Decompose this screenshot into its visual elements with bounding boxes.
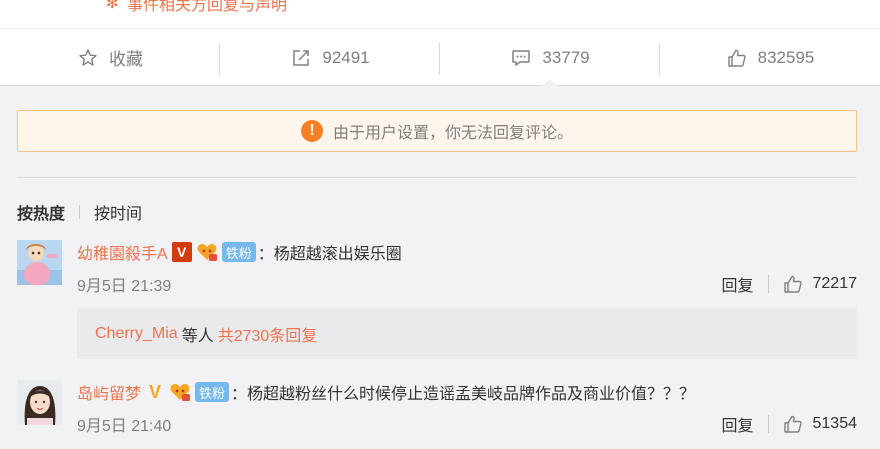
reply-count-link[interactable]: 共2730条回复 — [218, 322, 318, 346]
thumbs-up-icon — [783, 414, 803, 434]
share-button[interactable]: 92491 — [220, 29, 440, 86]
comment-actions: 回复 72217 — [721, 272, 857, 296]
thumbs-up-icon — [783, 274, 803, 294]
like-comment-button[interactable]: 51354 — [783, 414, 858, 434]
comment-meta: 9月5日 21:40 回复 51354 — [77, 413, 857, 435]
heart-badge-icon — [196, 242, 218, 262]
notice-text: 由于用户设置，你无法回复评论。 — [332, 125, 573, 142]
verified-v-icon: V — [171, 242, 192, 262]
related-link[interactable]: ✻ 事件相关方回复与声明 — [106, 0, 287, 15]
comment-timestamp: 9月5日 21:40 — [77, 418, 172, 435]
verified-v-icon: V — [149, 381, 162, 402]
comment-body: 岛屿留梦 V 铁粉 ： 杨超越粉丝什么时候停止造谣孟美岐品牌作品及商业价值？？？… — [77, 380, 857, 436]
like-post-button[interactable]: 832595 — [660, 29, 880, 86]
comment-icon — [510, 47, 532, 69]
tab-sort-by-time[interactable]: 按时间 — [94, 200, 142, 224]
warning-icon: ! — [300, 120, 323, 142]
like-count: 832595 — [757, 47, 815, 67]
comment-button[interactable]: 33779 — [440, 29, 660, 86]
comment-sort-tabs: 按热度 按时间 — [17, 200, 142, 224]
comment-content-line: 岛屿留梦 V 铁粉 ： 杨超越粉丝什么时候停止造谣孟美岐品牌作品及商业价值？？？ — [77, 380, 857, 404]
comment-username[interactable]: 岛屿留梦 — [77, 380, 141, 404]
reply-etc: 等人 — [181, 327, 214, 345]
comment-content-line: 幼稚園殺手A V 铁粉 ： 杨超越滚出娱乐圈 — [77, 240, 857, 264]
reply-restricted-notice: ! 由于用户设置，你无法回复评论。 — [17, 110, 857, 152]
comment-text: 杨超越粉丝什么时候停止造谣孟美岐品牌作品及商业价值？？？ — [247, 386, 696, 403]
section-divider — [17, 177, 857, 178]
avatar[interactable] — [17, 240, 62, 285]
avatar[interactable] — [17, 380, 62, 425]
heart-badge-icon — [169, 382, 191, 402]
comment-username[interactable]: 幼稚園殺手A — [77, 240, 168, 264]
share-icon — [290, 47, 312, 69]
comment-like-count: 51354 — [812, 415, 858, 432]
colon: ： — [257, 246, 274, 263]
share-count: 92491 — [322, 47, 370, 67]
comment-like-count: 72217 — [812, 275, 858, 292]
related-link-text[interactable]: 事件相关方回复与声明 — [127, 0, 287, 15]
star-icon — [77, 47, 99, 69]
divider — [767, 275, 769, 293]
comment-body: 幼稚園殺手A V 铁粉 ： 杨超越滚出娱乐圈 9月5日 21:39 回复 722… — [77, 240, 857, 295]
iron-fan-badge: 铁粉 — [221, 242, 256, 262]
colon: ： — [231, 386, 248, 403]
post-card: ✻ 事件相关方回复与声明 收藏 92491 33779 832595 — [0, 0, 880, 86]
reply-username[interactable]: Cherry_Mia — [95, 325, 178, 343]
thumbs-up-icon — [726, 47, 748, 69]
reply-button[interactable]: 回复 — [721, 412, 753, 436]
divider — [79, 205, 81, 219]
post-actions-bar: 收藏 92491 33779 832595 — [0, 28, 880, 86]
comment-meta: 9月5日 21:39 回复 72217 — [77, 273, 857, 295]
favorite-button[interactable]: 收藏 — [0, 29, 220, 86]
reply-button[interactable]: 回复 — [721, 272, 753, 296]
like-comment-button[interactable]: 72217 — [783, 274, 858, 294]
replies-summary[interactable]: Cherry_Mia 等人 共2730条回复 — [77, 308, 857, 359]
divider — [767, 415, 769, 433]
tab-sort-by-hot[interactable]: 按热度 — [17, 200, 65, 224]
comment-timestamp: 9月5日 21:39 — [77, 278, 172, 295]
iron-fan-badge: 铁粉 — [195, 382, 230, 402]
favorite-label: 收藏 — [109, 50, 143, 69]
comment-text: 杨超越滚出娱乐圈 — [273, 246, 402, 263]
spark-icon: ✻ — [106, 0, 119, 12]
comment-actions: 回复 51354 — [721, 412, 857, 436]
comment-count: 33779 — [542, 47, 590, 67]
